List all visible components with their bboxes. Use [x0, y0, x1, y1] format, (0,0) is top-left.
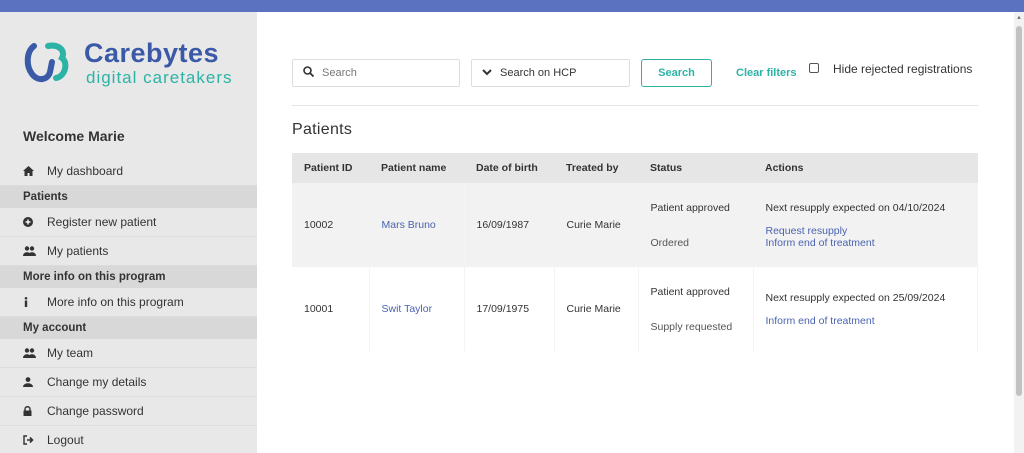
sidebar-item-label: Change my details: [47, 375, 147, 389]
sidebar-item-label: Change password: [47, 404, 144, 418]
welcome-message: Welcome Marie: [23, 128, 125, 144]
column-header-date-of-birth[interactable]: Date of birth: [464, 153, 554, 183]
table-header-row: Patient ID Patient name Date of birth Tr…: [292, 153, 978, 183]
sidebar-item-label: My patients: [47, 244, 109, 258]
sidebar-item-logout[interactable]: Logout: [0, 426, 257, 453]
hide-rejected-label: Hide rejected registrations: [833, 62, 973, 76]
lock-icon: [23, 406, 47, 416]
section-header-patients: Patients: [0, 186, 257, 208]
logo[interactable]: Carebytes digital caretakers: [24, 38, 234, 102]
users-icon: [23, 348, 47, 358]
sidebar-item-label: My team: [47, 346, 94, 360]
sidebar-item-label: More info on this program: [47, 295, 184, 309]
sidebar-item-label: Logout: [47, 433, 84, 447]
dob-cell: 16/09/1987: [464, 183, 555, 267]
search-field[interactable]: [292, 59, 460, 87]
status-text: Patient approved: [650, 285, 730, 298]
user-icon: [23, 377, 47, 387]
column-header-patient-name[interactable]: Patient name: [369, 153, 464, 183]
table-row: 10001 Swit Taylor 17/09/1975 Curie Marie…: [292, 267, 978, 351]
brand-name: Carebytes: [84, 38, 220, 68]
chevron-down-icon: [482, 67, 492, 79]
treated-by-cell: Curie Marie: [554, 183, 639, 267]
patient-name-link[interactable]: Swit Taylor: [369, 267, 465, 351]
next-resupply-text: Next resupply expected on 04/10/2024: [765, 201, 946, 214]
sidebar-item-my-team[interactable]: My team: [0, 339, 257, 368]
order-status-text: Ordered: [650, 236, 690, 249]
brand-tagline: digital caretakers: [86, 68, 233, 87]
hcp-select-label: Search on HCP: [500, 67, 577, 79]
plus-circle-icon: [23, 217, 47, 227]
table-row: 10002 Mars Bruno 16/09/1987 Curie Marie …: [292, 183, 978, 267]
divider: [292, 105, 978, 106]
inform-end-of-treatment-link[interactable]: Inform end of treatment: [766, 315, 978, 327]
actions-cell: Next resupply expected on 25/09/2024 Inf…: [753, 267, 978, 351]
search-icon: [303, 64, 315, 82]
section-header-my-account: My account: [0, 317, 257, 339]
sign-out-icon: [23, 435, 47, 445]
scrollbar-thumb[interactable]: [1016, 26, 1022, 396]
sidebar-item-dashboard[interactable]: My dashboard: [0, 157, 257, 186]
search-button[interactable]: Search: [641, 59, 712, 87]
sidebar-nav: My dashboard Patients Register new patie…: [0, 157, 257, 453]
hide-rejected-checkbox[interactable]: [809, 63, 819, 73]
actions-cell: Next resupply expected on 04/10/2024 Req…: [753, 183, 978, 267]
status-cell: Patient approved Ordered: [638, 183, 754, 267]
page-title: Patients: [292, 121, 353, 138]
status-text: Patient approved: [650, 201, 730, 214]
order-status-text: Supply requested: [650, 320, 733, 333]
sidebar-item-change-details[interactable]: Change my details: [0, 368, 257, 397]
sidebar-item-my-patients[interactable]: My patients: [0, 237, 257, 266]
sidebar: Carebytes digital caretakers Welcome Mar…: [0, 12, 257, 453]
sidebar-item-label: My dashboard: [47, 164, 124, 178]
request-resupply-link[interactable]: Request resupply: [766, 225, 978, 237]
hcp-select[interactable]: Search on HCP: [471, 59, 630, 87]
column-header-status[interactable]: Status: [638, 153, 753, 183]
main-content: Search on HCP Search Clear filters Hide …: [257, 12, 1014, 453]
search-input[interactable]: [322, 67, 452, 79]
patient-id-cell: 10002: [292, 183, 370, 267]
home-icon: [23, 166, 47, 176]
patient-name-link[interactable]: Mars Bruno: [369, 183, 465, 267]
scrollbar[interactable]: ▲: [1014, 12, 1024, 453]
inform-end-of-treatment-link[interactable]: Inform end of treatment: [766, 237, 978, 249]
column-header-patient-id[interactable]: Patient ID: [292, 153, 369, 183]
dob-cell: 17/09/1975: [464, 267, 555, 351]
clear-filters-link[interactable]: Clear filters: [736, 67, 797, 79]
column-header-treated-by[interactable]: Treated by: [554, 153, 638, 183]
sidebar-item-change-password[interactable]: Change password: [0, 397, 257, 426]
users-icon: [23, 246, 47, 256]
next-resupply-text: Next resupply expected on 25/09/2024: [765, 291, 946, 304]
sidebar-item-label: Register new patient: [47, 215, 157, 229]
patients-table: Patient ID Patient name Date of birth Tr…: [292, 153, 978, 351]
sidebar-item-register-patient[interactable]: Register new patient: [0, 208, 257, 237]
treated-by-cell: Curie Marie: [554, 267, 639, 351]
carebytes-logo-icon: [24, 42, 69, 82]
section-header-more-info: More info on this program: [0, 266, 257, 288]
column-header-actions: Actions: [765, 162, 804, 174]
info-icon: [23, 297, 47, 307]
sidebar-item-more-info[interactable]: More info on this program: [0, 288, 257, 317]
top-bar: [0, 0, 1024, 12]
patient-id-cell: 10001: [292, 267, 370, 351]
scroll-up-icon[interactable]: ▲: [1016, 15, 1022, 21]
status-cell: Patient approved Supply requested: [638, 267, 754, 351]
